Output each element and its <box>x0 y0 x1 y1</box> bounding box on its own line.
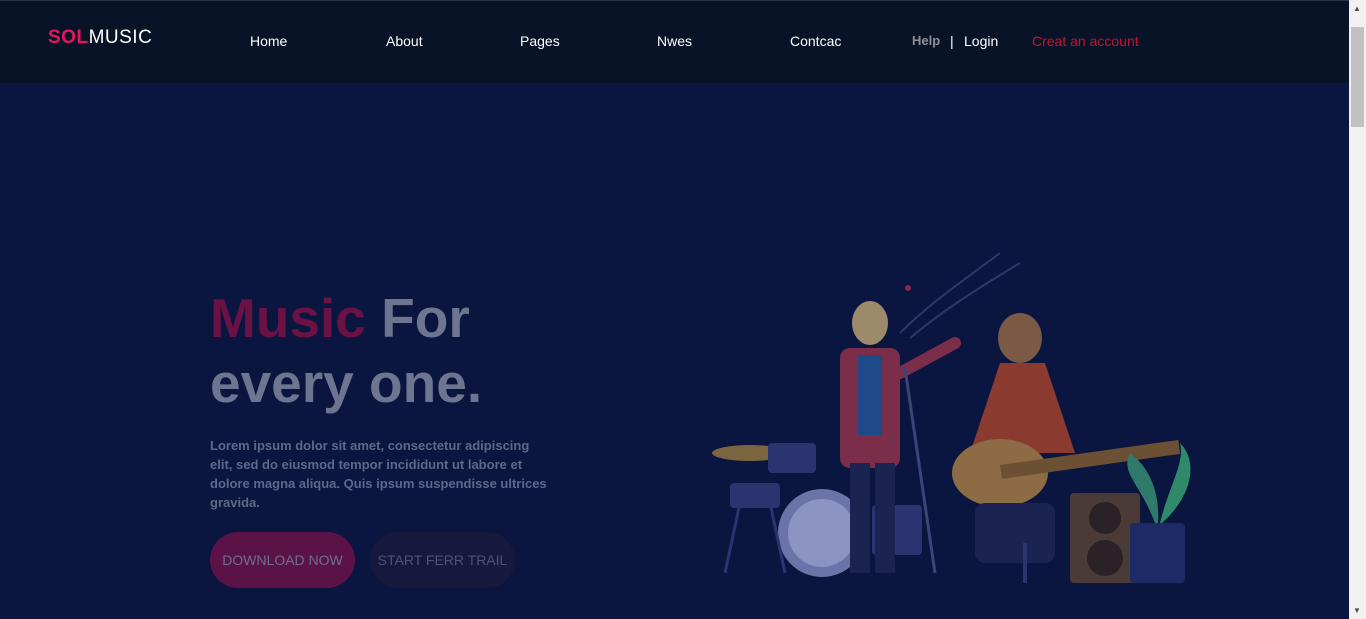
hero-title: Music For every one. <box>210 286 482 416</box>
logo-music: MUSIC <box>88 27 153 48</box>
nav-pages[interactable]: Pages <box>520 33 560 49</box>
scrollbar[interactable]: ▲ ▼ <box>1349 0 1366 619</box>
login-link[interactable]: Login <box>964 33 998 49</box>
scroll-thumb[interactable] <box>1351 27 1364 127</box>
hero-title-line2: every one. <box>210 352 483 414</box>
logo[interactable]: SOLMUSIC <box>48 27 152 49</box>
start-free-trial-button[interactable]: START FERR TRAIL <box>370 532 515 588</box>
download-now-button[interactable]: DOWNLOAD NOW <box>210 532 355 588</box>
scroll-up-icon[interactable]: ▲ <box>1353 4 1361 13</box>
nav-home[interactable]: Home <box>250 33 287 49</box>
hero-title-accent: Music <box>210 287 366 349</box>
nav-news[interactable]: Nwes <box>657 33 692 49</box>
scroll-down-icon[interactable]: ▼ <box>1353 606 1361 615</box>
create-account-link[interactable]: Creat an account <box>1032 33 1139 49</box>
hero-title-rest: For <box>365 287 470 349</box>
nav-about[interactable]: About <box>386 33 423 49</box>
hero-description: Lorem ipsum dolor sit amet, consectetur … <box>210 438 547 510</box>
header: SOLMUSIC Home About Pages Nwes Contcac H… <box>0 0 1349 83</box>
nav-divider: | <box>950 33 954 49</box>
hero-section: Music For every one. Lorem ipsum dolor s… <box>0 83 1349 619</box>
logo-sol: SOL <box>48 27 89 48</box>
speaker-icon <box>1070 493 1140 583</box>
help-link[interactable]: Help <box>912 33 940 48</box>
musicians-illustration <box>712 252 1191 583</box>
nav-contact[interactable]: Contcac <box>790 33 841 49</box>
page: SOLMUSIC Home About Pages Nwes Contcac H… <box>0 0 1366 619</box>
